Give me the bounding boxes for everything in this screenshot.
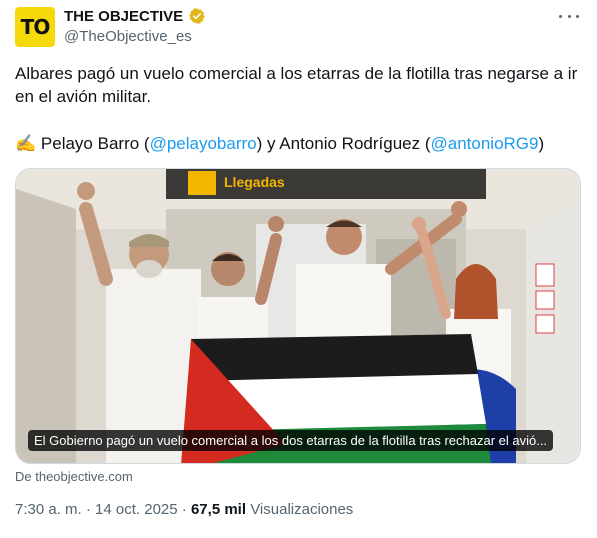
tweet-meta: 7:30 a. m. · 14 oct. 2025 · 67,5 mil Vis…	[15, 501, 353, 518]
tweet-body: Albares pagó un vuelo comercial a los et…	[15, 62, 583, 155]
handle[interactable]: @TheObjective_es	[64, 28, 192, 45]
more-options-icon[interactable]	[559, 8, 579, 24]
writing-hand-icon: ✍️	[15, 134, 37, 153]
credit-line: ✍️ Pelayo Barro (@pelayobarro) y Antonio…	[15, 132, 583, 155]
meta-separator: ·	[85, 501, 91, 518]
views-label: Visualizaciones	[250, 501, 354, 518]
display-name[interactable]: THE OBJECTIVE	[64, 8, 183, 25]
views-count: 67,5 mil	[190, 501, 247, 518]
credit-end: )	[538, 134, 545, 153]
arrivals-sign: Llegadas	[224, 174, 285, 190]
meta-separator-2: ·	[181, 501, 187, 518]
mention-pelayobarro[interactable]: @pelayobarro	[150, 134, 257, 153]
media-caption: El Gobierno pagó un vuelo comercial a lo…	[28, 430, 554, 451]
media-card[interactable]: Llegadas El Gobierno pagó un vuelo comer…	[15, 168, 581, 464]
post-date[interactable]: 14 oct. 2025	[95, 501, 178, 518]
tweet-text: Albares pagó un vuelo comercial a los et…	[15, 64, 578, 106]
credit-middle: ) y Antonio Rodríguez (	[256, 134, 431, 153]
post-time[interactable]: 7:30 a. m.	[15, 501, 82, 518]
credit-name-1: Pelayo Barro (	[40, 134, 150, 153]
verified-badge-icon[interactable]	[188, 7, 206, 25]
author-name-row: THE OBJECTIVE	[64, 7, 206, 25]
link-source[interactable]: De theobjective.com	[15, 469, 133, 484]
avatar-logo-text: TO	[20, 15, 51, 39]
mention-antoniorg9[interactable]: @antonioRG9	[431, 134, 539, 153]
photo: Llegadas	[16, 169, 580, 463]
avatar[interactable]: TO	[15, 7, 55, 47]
